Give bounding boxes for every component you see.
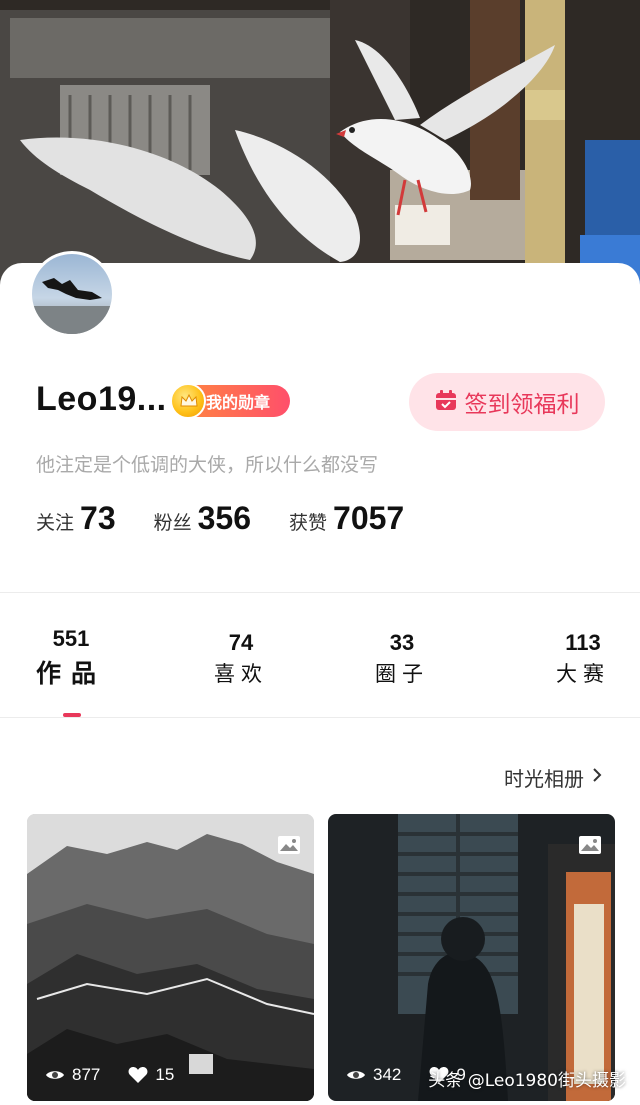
badge-label: 我的勋章 [206, 393, 271, 412]
tab-label: 喜欢 [214, 662, 268, 686]
stat-label: 获赞 [289, 512, 328, 534]
tab-likes[interactable]: 74 喜欢 [214, 630, 268, 688]
tab-count: 74 [228, 630, 254, 655]
album-link[interactable]: 时光相册 [504, 763, 602, 792]
image-icon [278, 836, 300, 859]
tab-label: 作品 [36, 659, 107, 688]
bio-text: 他注定是个低调的大侠，所以什么都没写 [36, 454, 379, 476]
avatar[interactable] [29, 251, 115, 337]
like-count: 15 [155, 1065, 175, 1084]
signin-label: 签到领福利 [464, 392, 580, 418]
crown-icon [170, 383, 206, 419]
eye-icon [347, 1071, 365, 1079]
heart-icon [128, 1067, 148, 1083]
stat-following[interactable]: 关注 73 [36, 500, 116, 537]
eye-icon [46, 1071, 64, 1079]
stat-value: 7057 [333, 500, 405, 536]
watermark: 头条 @Leo1980街头摄影 [428, 1071, 626, 1091]
post-views: 877 [45, 1065, 100, 1085]
post-meta: 877 15 [45, 1065, 202, 1085]
view-count: 342 [373, 1065, 402, 1084]
post-views: 342 [346, 1065, 401, 1085]
view-count: 877 [72, 1065, 101, 1084]
divider [0, 717, 640, 718]
stat-likes[interactable]: 获赞 7057 [289, 500, 404, 537]
tab-count: 113 [565, 630, 601, 655]
image-icon [579, 836, 601, 859]
stat-label: 关注 [36, 512, 75, 534]
post-likes: 15 [128, 1065, 174, 1085]
cover-photo[interactable] [0, 0, 640, 285]
tab-contests[interactable]: 113 大赛 [556, 630, 610, 688]
album-label: 时光相册 [504, 767, 584, 791]
tab-works[interactable]: 551 作品 [36, 626, 106, 690]
calendar-icon [435, 389, 457, 416]
tab-label: 大赛 [556, 662, 610, 686]
stat-label: 粉丝 [153, 512, 192, 534]
nickname: Leo19... [36, 380, 167, 418]
tab-count: 551 [52, 626, 90, 651]
divider [0, 592, 640, 593]
badge-button[interactable]: 我的勋章 [170, 383, 290, 419]
tab-circles[interactable]: 33 圈子 [375, 630, 429, 688]
tab-count: 33 [389, 630, 415, 655]
stat-value: 356 [197, 500, 252, 536]
stat-value: 73 [80, 500, 116, 536]
signin-button[interactable]: 签到领福利 [409, 373, 605, 431]
chevron-right-icon [592, 767, 602, 788]
post-tile[interactable]: 877 15 [27, 814, 314, 1101]
tab-label: 圈子 [375, 662, 429, 686]
stats-row: 关注 73 粉丝 356 获赞 7057 [36, 500, 442, 537]
stat-followers[interactable]: 粉丝 356 [154, 500, 251, 537]
post-tile[interactable]: 342 9 [328, 814, 615, 1101]
